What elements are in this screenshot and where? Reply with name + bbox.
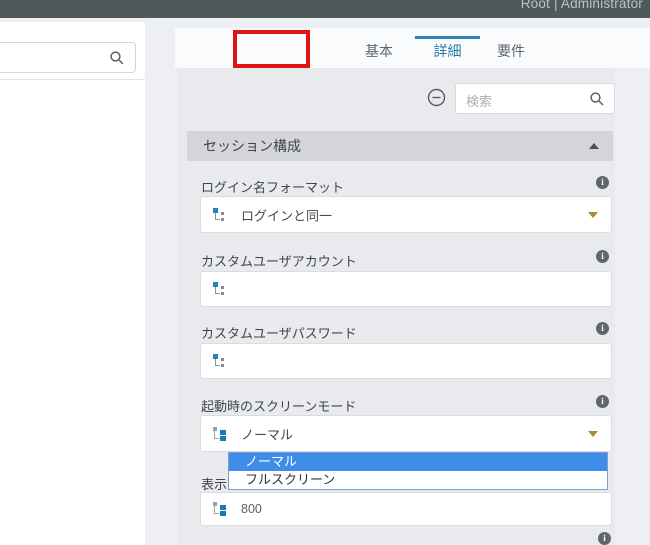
info-icon-clipped[interactable]: i — [598, 532, 611, 545]
tab-details[interactable]: 詳細 — [415, 36, 480, 68]
dropdown-caret-icon — [588, 212, 598, 218]
field-label-display-clipped: 表示 — [201, 474, 227, 493]
override-icon — [213, 427, 226, 441]
dropdown-option-normal[interactable]: ノーマル — [229, 453, 607, 471]
collapse-all-button[interactable] — [427, 88, 446, 107]
info-icon[interactable]: i — [596, 395, 609, 408]
field-label-login-format: ログイン名フォーマット — [201, 177, 344, 196]
display-width-input[interactable]: 800 — [200, 492, 612, 526]
inherit-default-icon — [213, 354, 226, 368]
logged-in-user-label: Root | Administrator — [521, 0, 643, 11]
field-label-custom-password: カスタムユーザパスワード — [201, 323, 357, 342]
search-icon — [109, 50, 125, 66]
inherit-default-icon — [213, 208, 226, 222]
search-placeholder: 検索 — [466, 91, 492, 110]
custom-password-input[interactable] — [200, 343, 612, 379]
left-panel — [0, 22, 145, 545]
custom-account-input[interactable] — [200, 271, 612, 307]
sidebar-search-input[interactable] — [0, 42, 136, 73]
info-icon[interactable]: i — [596, 322, 609, 335]
info-icon[interactable]: i — [596, 176, 609, 189]
inherit-default-icon — [213, 282, 226, 296]
section-header-session-config[interactable]: セッション構成 — [187, 131, 613, 161]
search-icon — [589, 91, 605, 107]
dropdown-option-fullscreen[interactable]: フルスクリーン — [229, 471, 607, 489]
screen-mode-dropdown[interactable]: ノーマル — [200, 415, 612, 452]
input-value: 800 — [241, 502, 262, 516]
field-label-custom-account: カスタムユーザアカウント — [201, 251, 357, 270]
app-header: Root | Administrator — [0, 0, 650, 18]
dropdown-value: ノーマル — [241, 424, 293, 443]
collapse-up-icon — [589, 143, 599, 149]
info-icon[interactable]: i — [596, 250, 609, 263]
dropdown-value: ログインと同一 — [241, 205, 332, 224]
dropdown-caret-icon — [588, 431, 598, 437]
tab-basic[interactable]: 基本 — [357, 36, 401, 68]
field-label-screen-mode: 起動時のスクリーンモード — [201, 396, 356, 415]
tab-requirements[interactable]: 要件 — [489, 36, 533, 68]
tab-bar: 基本 詳細 要件 — [175, 28, 650, 68]
screen-mode-dropdown-popup: ノーマル フルスクリーン — [228, 452, 608, 490]
section-title: セッション構成 — [203, 131, 301, 161]
login-format-dropdown[interactable]: ログインと同一 — [200, 196, 612, 233]
override-icon — [213, 502, 226, 516]
panel-divider — [0, 79, 145, 80]
settings-search-input[interactable]: 検索 — [455, 83, 615, 114]
